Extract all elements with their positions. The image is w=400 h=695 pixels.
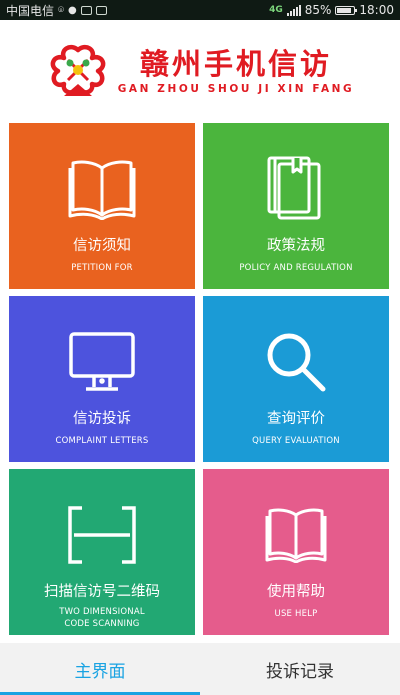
- notification-icon: [95, 5, 107, 15]
- scan-icon: [68, 499, 136, 571]
- brand-text: 赣州手机信访 GAN ZHOU SHOU JI XIN FANG: [118, 47, 355, 96]
- battery-percent: 85%: [304, 3, 332, 17]
- tile-label-en-line1: TWO DIMENSIONAL: [59, 607, 145, 617]
- tile-policy-regulation[interactable]: 政策法规 POLICY AND REGULATION: [203, 123, 389, 289]
- tile-label-en: POLICY AND REGULATION: [239, 263, 353, 273]
- tile-label-en: COMPLAINT LETTERS: [55, 436, 149, 446]
- status-right: 4G 85% 18:00: [269, 3, 394, 17]
- tile-query-evaluation[interactable]: 查询评价 QUERY EVALUATION: [203, 296, 389, 462]
- tile-use-help[interactable]: 使用帮助 USE HELP: [203, 469, 389, 635]
- signal-icon: [286, 4, 301, 16]
- brand-block: 赣州手机信访 GAN ZHOU SHOU JI XIN FANG: [46, 44, 355, 100]
- location-icon: ⌾: [58, 4, 65, 16]
- tile-label-en: PETITION FOR: [71, 263, 133, 273]
- status-left: 中国电信 ⌾ ●: [6, 2, 107, 19]
- tile-label-en: QUERY EVALUATION: [252, 436, 340, 446]
- network-type-label: 4G: [269, 5, 283, 15]
- mail-icon: [80, 5, 92, 15]
- tab-complaint-records[interactable]: 投诉记录: [200, 643, 400, 695]
- tile-label-en: USE HELP: [274, 609, 318, 619]
- app-header: 赣州手机信访 GAN ZHOU SHOU JI XIN FANG: [0, 20, 400, 123]
- chat-icon: ●: [68, 4, 77, 16]
- monitor-icon: [68, 326, 136, 398]
- help-book-icon: [265, 499, 327, 571]
- tile-label-cn: 信访须知: [73, 238, 131, 254]
- tile-label-en-line2: CODE SCANNING: [64, 619, 140, 629]
- clock: 18:00: [359, 3, 394, 17]
- app-title: 赣州手机信访: [139, 47, 332, 81]
- bottom-tab-bar: 主界面 投诉记录: [0, 643, 400, 695]
- app-title-pinyin: GAN ZHOU SHOU JI XIN FANG: [117, 83, 355, 95]
- tile-complaint-letters[interactable]: 信访投诉 COMPLAINT LETTERS: [9, 296, 195, 462]
- carrier-label: 中国电信: [6, 3, 55, 18]
- tile-petition-notice[interactable]: 信访须知 PETITION FOR: [9, 123, 195, 289]
- open-book-icon: [68, 153, 136, 225]
- battery-icon: [335, 5, 358, 15]
- tile-label-cn: 扫描信访号二维码: [44, 584, 160, 600]
- tile-label-cn: 政策法规: [267, 238, 325, 254]
- tile-label-cn: 使用帮助: [267, 584, 325, 600]
- tab-home[interactable]: 主界面: [0, 643, 200, 695]
- gz-petition-logo-icon: [46, 44, 110, 100]
- tile-scan-qr-code[interactable]: 扫描信访号二维码 TWO DIMENSIONAL CODE SCANNING: [9, 469, 195, 635]
- law-books-icon: [263, 153, 329, 225]
- tile-label-cn: 查询评价: [267, 411, 325, 427]
- function-grid: 信访须知 PETITION FOR 政策法规 POLICY AND REGULA…: [9, 123, 389, 635]
- tile-label-cn: 信访投诉: [73, 411, 131, 427]
- search-icon: [264, 326, 328, 398]
- status-bar: 中国电信 ⌾ ● 4G 85% 18:00: [0, 0, 400, 20]
